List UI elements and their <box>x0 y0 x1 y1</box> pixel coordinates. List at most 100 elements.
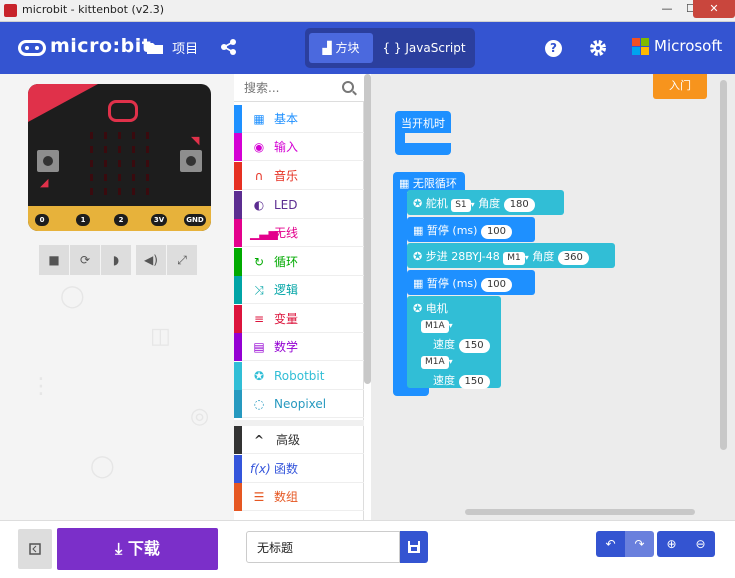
stepper-motor-dropdown[interactable]: M1 <box>503 252 525 265</box>
category-input[interactable]: ◉ 输入 <box>234 133 364 161</box>
bg-decor: ◎ <box>190 404 210 429</box>
refresh-icon: ↻ <box>253 255 265 269</box>
minimize-button[interactable]: — <box>654 0 680 18</box>
pause-block[interactable]: ▦ 暂停 (ms) 100 <box>407 217 535 242</box>
category-neopixel[interactable]: ◌ Neopixel <box>234 390 364 418</box>
warning-icon-a: ◢ <box>40 176 49 189</box>
plus-icon: ⊕ <box>666 537 677 551</box>
on-start-bottom <box>395 143 451 155</box>
blocks-tab[interactable]: ▟ 方块 <box>309 33 373 63</box>
motor-2-dropdown[interactable]: M1A <box>421 356 449 369</box>
search-icon[interactable] <box>342 81 354 93</box>
workspace-vertical-scrollbar[interactable] <box>720 80 727 450</box>
category-loops[interactable]: ↻ 循环 <box>234 248 364 276</box>
category-advanced[interactable]: ^ 高级 <box>234 426 364 454</box>
ring-icon: ◌ <box>253 397 265 411</box>
motor-2-speed-input[interactable]: 150 <box>458 375 490 389</box>
editor-mode-toggle: ▟ 方块 { } JavaScript <box>305 28 475 68</box>
category-music[interactable]: ∩ 音乐 <box>234 162 364 190</box>
app-logo[interactable]: micro:bit <box>50 35 151 57</box>
stepper-block[interactable]: ✪ 步进 28BYJ-48 M1 ▾ 角度 360 <box>407 243 615 268</box>
pin-0[interactable]: 0 <box>35 214 49 226</box>
getting-started-button[interactable]: 入门 <box>653 74 707 99</box>
list-icon: ≡ <box>253 312 265 326</box>
category-led[interactable]: ◐ LED <box>234 191 364 219</box>
shuffle-icon: ⤨ <box>254 283 264 297</box>
signal-icon: ▁▃▅ <box>250 226 278 240</box>
function-icon: f(x) <box>250 462 271 476</box>
help-icon[interactable]: ? <box>545 40 562 57</box>
stepper-angle-label: 角度 <box>532 250 555 263</box>
motor-1-speed-input[interactable]: 150 <box>458 339 490 353</box>
on-start-block[interactable]: 当开机时 <box>395 111 451 133</box>
category-basic[interactable]: ▦ 基本 <box>234 105 364 133</box>
microbit-logo-icon <box>18 40 46 56</box>
microbit-board[interactable]: ◢ ◥ 0 1 2 3V GND <box>28 84 211 231</box>
pause-ms-input[interactable]: 100 <box>480 278 513 292</box>
pause-ms-input[interactable]: 100 <box>480 225 513 239</box>
motor-1-dropdown[interactable]: M1A <box>421 320 449 333</box>
save-button[interactable] <box>400 531 428 563</box>
sound-icon[interactable]: ◀) <box>136 245 166 275</box>
bg-decor: ◯ <box>90 454 115 479</box>
rebel-icon: ✪ <box>413 197 423 210</box>
gear-icon[interactable] <box>588 38 608 58</box>
stepper-label: 步进 28BYJ-48 <box>425 250 500 263</box>
collapse-icon <box>29 543 41 555</box>
window-title-bar: microbit - kittenbot (v2.3) — ☐ ✕ <box>0 0 735 22</box>
pin-3v[interactable]: 3V <box>151 214 167 226</box>
category-arrays[interactable]: ☰ 数组 <box>234 483 364 511</box>
forever-block[interactable]: ▦ 无限循环 <box>393 172 465 192</box>
pin-2[interactable]: 2 <box>114 214 128 226</box>
servo-angle-input[interactable]: 180 <box>503 198 535 212</box>
servo-angle-label: 角度 <box>478 197 501 210</box>
category-variables[interactable]: ≡ 变量 <box>234 305 364 333</box>
category-robotbit[interactable]: ✪ Robotbit <box>234 362 364 390</box>
stepper-angle-input[interactable]: 360 <box>557 251 589 265</box>
javascript-tab[interactable]: { } JavaScript <box>377 33 471 63</box>
zoom-out-button[interactable]: ⊖ <box>686 531 715 557</box>
category-math[interactable]: ▤ 数学 <box>234 333 364 361</box>
forever-left-arm <box>393 192 407 386</box>
grid-icon: ▦ <box>399 177 410 190</box>
pin-1[interactable]: 1 <box>76 214 90 226</box>
stop-icon[interactable]: ■ <box>39 245 69 275</box>
redo-button[interactable]: ↷ <box>625 531 654 557</box>
servo-block[interactable]: ✪ 舵机 S1 ▾ 角度 180 <box>407 190 564 215</box>
pause-label: 暂停 (ms) <box>426 277 478 290</box>
pin-gnd[interactable]: GND <box>184 214 206 226</box>
fullscreen-icon[interactable]: ⤢ <box>167 245 197 275</box>
grid-icon: ▦ <box>413 277 424 290</box>
collapse-simulator-button[interactable] <box>18 529 52 569</box>
microsoft-brand[interactable]: Microsoft <box>654 37 722 55</box>
category-logic[interactable]: ⤨ 逻辑 <box>234 276 364 304</box>
motor-block[interactable]: ✪ 电机 M1A ▾ 速度 150 M1A ▾ 速度 150 <box>407 296 501 389</box>
download-button[interactable]: ⤓ 下载 <box>57 528 218 570</box>
pause-block[interactable]: ▦ 暂停 (ms) 100 <box>407 270 535 295</box>
motor-2-speed-label: 速度 <box>433 374 455 387</box>
workspace-horizontal-scrollbar[interactable] <box>465 509 695 515</box>
projects-button[interactable]: 项目 <box>146 38 198 60</box>
button-a[interactable] <box>37 150 59 172</box>
blocks-workspace[interactable]: 入门 当开机时 ▦ 无限循环 ✪ 舵机 S1 ▾ 角度 180 ▦ 暂停 (ms)… <box>371 74 735 520</box>
category-radio[interactable]: ▁▃▅ 无线 <box>234 219 364 247</box>
download-label: 下载 <box>127 539 160 558</box>
project-name-input[interactable] <box>246 531 400 563</box>
zoom-in-button[interactable]: ⊕ <box>657 531 686 557</box>
share-icon[interactable] <box>220 38 238 56</box>
undo-button[interactable]: ↶ <box>596 531 625 557</box>
servo-dropdown[interactable]: S1 <box>451 199 471 212</box>
restart-icon[interactable]: ⟳ <box>70 245 100 275</box>
toggle-icon: ◐ <box>253 198 265 212</box>
forever-label: 无限循环 <box>412 177 457 190</box>
button-b[interactable] <box>180 150 202 172</box>
slowmo-icon[interactable]: ◗ <box>101 245 131 275</box>
grid-icon: ▦ <box>413 224 424 237</box>
palette-scrollbar[interactable] <box>364 74 371 384</box>
pause-label: 暂停 (ms) <box>426 224 478 237</box>
blocks-tab-label: 方块 <box>335 41 360 55</box>
calculator-icon: ▤ <box>253 340 265 354</box>
close-button[interactable]: ✕ <box>693 0 735 18</box>
category-functions[interactable]: f(x) 函数 <box>234 455 364 483</box>
rebel-icon: ✪ <box>253 369 265 383</box>
